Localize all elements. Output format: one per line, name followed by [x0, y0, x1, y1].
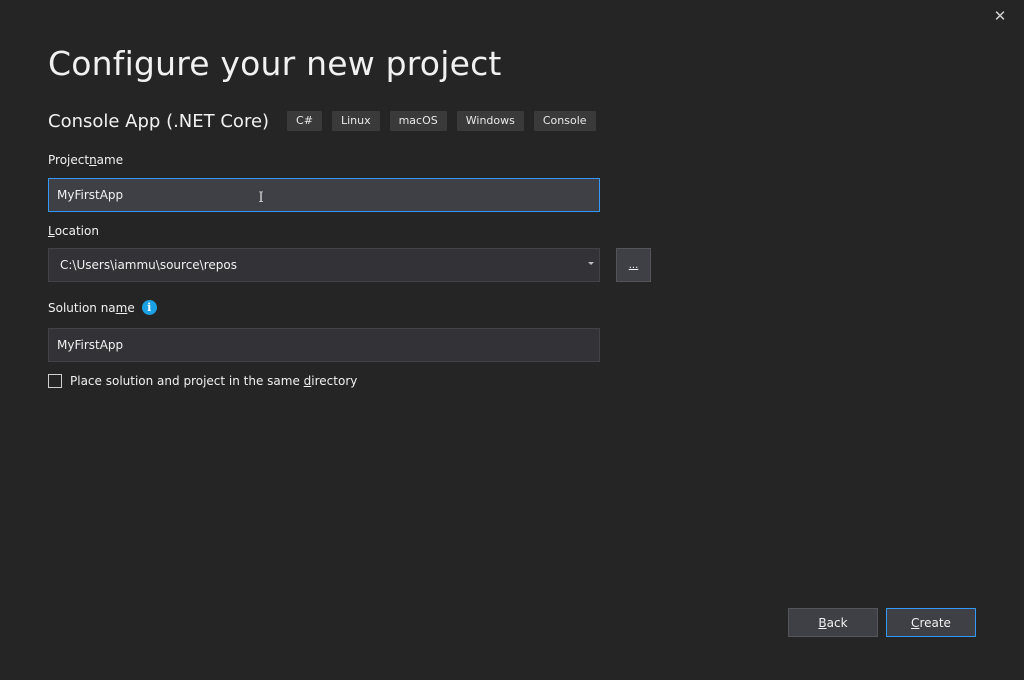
browse-button-label: ...: [628, 259, 639, 271]
location-dropdown[interactable]: C:\Users\iammu\source\repos: [48, 248, 600, 282]
close-icon: ✕: [993, 7, 1007, 25]
tag-platform-macos: macOS: [389, 111, 447, 131]
template-name: Console App (.NET Core): [48, 110, 270, 132]
project-name-input[interactable]: [57, 188, 599, 202]
back-button[interactable]: Back: [788, 608, 878, 637]
tag-language: C#: [287, 111, 322, 131]
project-name-field[interactable]: [48, 178, 600, 212]
location-label: Location: [48, 224, 99, 238]
same-directory-label: Place solution and project in the same d…: [70, 374, 358, 388]
chevron-down-icon[interactable]: [588, 262, 594, 265]
page-title: Configure your new project: [48, 44, 502, 83]
tag-platform-windows: Windows: [456, 111, 524, 131]
solution-name-input[interactable]: [57, 338, 599, 352]
info-icon[interactable]: i: [141, 300, 157, 315]
location-value: C:\Users\iammu\source\repos: [60, 258, 237, 272]
tag-project-type: Console: [533, 111, 596, 131]
tag-platform-linux: Linux: [331, 111, 380, 131]
same-directory-option[interactable]: Place solution and project in the same d…: [48, 374, 357, 388]
browse-location-button[interactable]: ...: [616, 248, 651, 282]
template-header: Console App (.NET Core) C# Linux macOS W…: [48, 110, 606, 132]
create-button[interactable]: Create: [886, 608, 976, 637]
text-cursor-icon: I: [258, 190, 264, 206]
same-directory-checkbox[interactable]: [48, 374, 62, 388]
close-button[interactable]: ✕: [989, 5, 1011, 27]
solution-name-field[interactable]: [48, 328, 600, 362]
solution-name-label: Solution na m e i: [48, 300, 157, 315]
project-name-label: Project n ame: [48, 153, 124, 167]
